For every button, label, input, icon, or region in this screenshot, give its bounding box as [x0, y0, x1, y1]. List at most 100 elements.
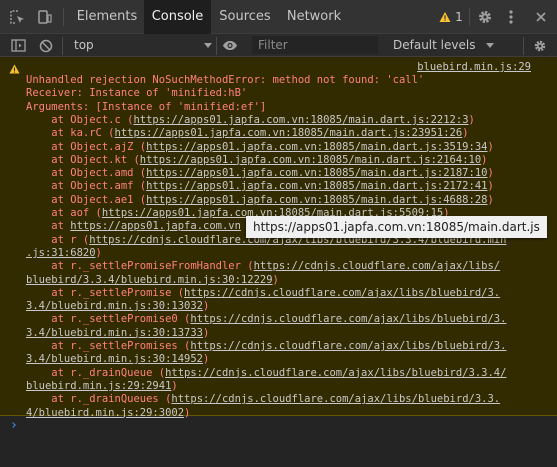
stack-line: at ka.rC (https://apps01.japfa.com.vn:18…: [26, 127, 468, 140]
stack-line-link[interactable]: https://cdnjs.cloudflare.com/ajax/libs/b…: [184, 287, 500, 299]
stack-line-text: at r._settlePromiseFromHandler (: [26, 260, 254, 273]
stack-line-text: at r (: [26, 233, 90, 246]
stack-line: .js:31:6820): [26, 247, 102, 260]
stack-line-tail: ): [184, 406, 191, 419]
warnings-counter[interactable]: 1: [436, 0, 466, 34]
stack-line: 4/bluebird.min.js:29:3002): [26, 407, 190, 420]
console-sidebar-icon[interactable]: [8, 34, 28, 57]
stack-line-text: at r._settlePromise0 (: [26, 313, 191, 326]
stack-line-tail: ): [481, 153, 488, 166]
stack-line: 3.4/bluebird.min.js:30:13032): [26, 300, 209, 313]
stack-line-link[interactable]: bluebird.min.js:29:2941: [26, 380, 171, 392]
chevron-down-icon[interactable]: [485, 34, 495, 57]
stack-line: at Object.c (https://apps01.japfa.com.vn…: [26, 114, 475, 127]
stack-line-text: at Object.ajZ (: [26, 140, 147, 153]
stack-line-link[interactable]: https://apps01.japfa.com.vn:18085/main.d…: [146, 194, 487, 206]
stack-line-text: at ka.rC (: [26, 127, 115, 140]
stack-line: at r._drainQueues (https://cdnjs.cloudfl…: [26, 393, 500, 406]
inspect-element-icon[interactable]: [4, 0, 30, 34]
stack-line-link[interactable]: 3.4/bluebird.min.js:30:13032: [26, 300, 203, 312]
chevron-down-icon[interactable]: [203, 34, 213, 57]
stack-line-tail: ): [487, 167, 494, 180]
eye-icon[interactable]: [220, 34, 240, 57]
stack-line: Arguments: [Instance of 'minified:ef']: [26, 101, 266, 114]
tab-network[interactable]: Network: [279, 0, 349, 34]
stack-line-link[interactable]: https://cdnjs.cloudflare.com/ajax/libs/b…: [190, 313, 506, 325]
stack-line-link[interactable]: https://cdnjs.cloudflare.com/ajax/libs/b…: [171, 393, 500, 405]
device-toolbar-icon[interactable]: [32, 0, 58, 34]
stack-line-text: at Object.kt (: [26, 153, 140, 166]
kebab-menu-icon[interactable]: [500, 0, 522, 34]
close-icon[interactable]: [530, 0, 552, 34]
stack-line-link[interactable]: https://apps01.japfa.com.vn:18085/main.d…: [146, 180, 487, 192]
stack-line: 3.4/bluebird.min.js:30:13733): [26, 327, 209, 340]
gear-icon[interactable]: [530, 34, 550, 57]
stack-line-link[interactable]: https://apps01.japfa.com.vn:18085/main.d…: [146, 141, 487, 153]
stack-line-text: at r._drainQueue (: [26, 366, 166, 379]
stack-line-link[interactable]: https://apps01.japfa.com.vn:18085/main.d…: [115, 127, 463, 139]
stack-line-text: at aof (: [26, 207, 102, 219]
stack-line: at r._drainQueue (https://cdnjs.cloudfla…: [26, 367, 506, 380]
stack-line: bluebird/3.3.4/bluebird.min.js:30:12229): [26, 274, 279, 287]
stack-line-text: at r._settlePromises (: [26, 340, 191, 352]
separator: [62, 37, 63, 55]
separator: [523, 37, 524, 55]
stack-line: at r._settlePromises (https://cdnjs.clou…: [26, 340, 506, 353]
warning-triangle-icon: [9, 64, 20, 74]
tab-console[interactable]: Console: [144, 0, 211, 34]
context-selector[interactable]: top: [74, 34, 94, 57]
stack-line-text: at r._drainQueues (: [26, 393, 172, 406]
stack-line-tail: ): [203, 326, 210, 339]
chevron-right-icon[interactable]: ›: [10, 418, 18, 433]
stack-line: at r._settlePromise0 (https://cdnjs.clou…: [26, 313, 506, 326]
separator: [216, 37, 217, 55]
stack-line-link[interactable]: https://cdnjs.cloudflare.com/ajax/libs/: [254, 260, 501, 272]
stack-line-text: at Object.amd (: [26, 167, 147, 180]
gear-icon[interactable]: [474, 0, 496, 34]
stack-line: at Object.amf (https://apps01.japfa.com.…: [26, 180, 494, 193]
link-tooltip: https://apps01.japfa.com.vn:18085/main.d…: [246, 216, 547, 238]
stack-line-tail: ): [487, 180, 494, 193]
stack-line: at https://apps01.japfa.com.vn: [26, 220, 241, 233]
stack-line: Unhandled rejection NoSuchMethodError: m…: [26, 74, 424, 87]
stack-line-text: at Object.amf (: [26, 180, 147, 193]
stack-line: at Object.ae1 (https://apps01.japfa.com.…: [26, 194, 494, 207]
warning-triangle-icon: [439, 12, 451, 22]
stack-line-tail: ): [272, 273, 279, 286]
warnings-count: 1: [455, 10, 463, 24]
stack-line: 3.4/bluebird.min.js:30:14952): [26, 353, 209, 366]
separator: [63, 8, 64, 26]
stack-line-link[interactable]: https://apps01.japfa.com.vn:18085/main.d…: [146, 167, 487, 179]
tab-sources[interactable]: Sources: [211, 0, 279, 34]
clear-console-icon[interactable]: [36, 34, 56, 57]
stack-line-tail: ): [203, 300, 210, 313]
stack-line-link[interactable]: https://apps01.japfa.com.vn:18085/main.d…: [140, 154, 481, 166]
stack-line-link[interactable]: https://apps01.japfa.com.vn:18085/main.d…: [133, 114, 468, 126]
filter-input[interactable]: [252, 36, 378, 54]
tab-elements[interactable]: Elements: [70, 0, 144, 34]
stack-line-text: at Object.ae1 (: [26, 193, 147, 206]
stack-line: at Object.amd (https://apps01.japfa.com.…: [26, 167, 494, 180]
stack-line-link[interactable]: 3.4/bluebird.min.js:30:14952: [26, 353, 203, 365]
stack-line-link[interactable]: .js:31:6820: [26, 247, 96, 259]
message-source-link[interactable]: bluebird.min.js:29: [417, 61, 531, 73]
stack-line-link[interactable]: 4/bluebird.min.js:29:3002: [26, 407, 184, 419]
stack-line-tail: ): [171, 379, 178, 392]
stack-line: at Object.kt (https://apps01.japfa.com.v…: [26, 153, 488, 167]
stack-line-text: Arguments: [Instance of 'minified:ef']: [26, 100, 267, 113]
stack-line-tail: ): [487, 140, 494, 153]
stack-line-link[interactable]: https://cdnjs.cloudflare.com/ajax/libs/b…: [165, 367, 506, 379]
stack-line-link[interactable]: https://apps01.japfa.com.vn: [70, 220, 241, 232]
stack-line-link[interactable]: bluebird/3.3.4/bluebird.min.js:30:12229: [26, 274, 273, 286]
log-levels-dropdown[interactable]: Default levels: [393, 34, 475, 57]
stack-line-text: Receiver: Instance of 'minified:hB': [26, 87, 248, 100]
stack-line-link[interactable]: https://cdnjs.cloudflare.com/ajax/libs/b…: [190, 340, 506, 352]
stack-line-tail: ): [203, 353, 210, 366]
stack-line-text: at r._settlePromise (: [26, 286, 185, 299]
stack-line-link[interactable]: 3.4/bluebird.min.js:30:13733: [26, 327, 203, 339]
stack-line-text: at Object.c (: [26, 113, 134, 126]
stack-line-text: Unhandled rejection NoSuchMethodError: m…: [26, 74, 425, 86]
stack-line-text: at: [26, 220, 71, 233]
stack-line-tail: ): [487, 193, 494, 206]
stack-line: Receiver: Instance of 'minified:hB': [26, 87, 247, 100]
